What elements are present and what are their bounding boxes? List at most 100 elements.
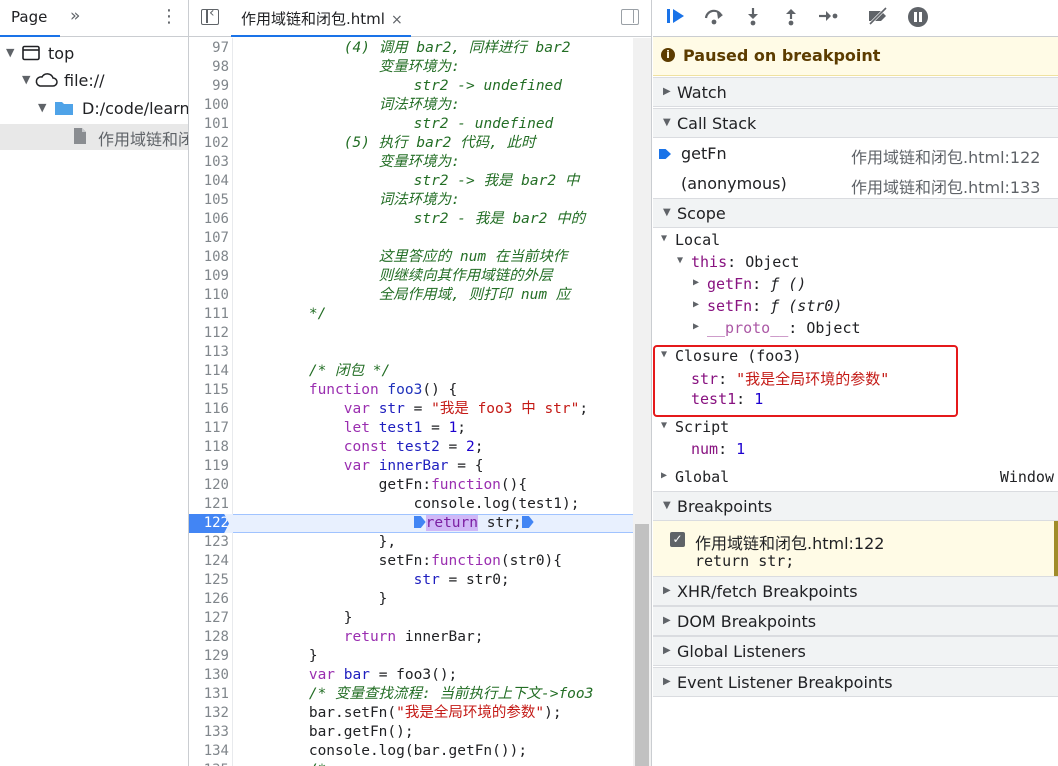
line-number[interactable]: 114 (189, 362, 229, 381)
scope-local[interactable]: ▼ Local (653, 230, 1058, 252)
line-number[interactable]: 108 (189, 248, 229, 267)
section-scope[interactable]: ▼ Scope (653, 198, 1058, 228)
tree-item-file[interactable]: 作用域链和闭包.html (0, 124, 188, 150)
line-number[interactable]: 123 (189, 533, 229, 552)
step-out-icon[interactable] (778, 6, 804, 32)
expand-arrow-icon[interactable]: ▼ (22, 73, 30, 86)
code-text: getFn:function(){ (239, 477, 528, 493)
call-frame-location[interactable]: 作用域链和闭包.html:122 (851, 144, 1040, 168)
line-number[interactable]: 129 (189, 647, 229, 666)
line-number[interactable]: 105 (189, 191, 229, 210)
editor-tabs: 作用域链和闭包.html × (189, 0, 651, 37)
line-number[interactable]: 120 (189, 476, 229, 495)
scope-property-this[interactable]: ▼ this: Object (653, 252, 1058, 274)
paused-message: Paused on breakpoint (683, 46, 881, 65)
line-number[interactable]: 110 (189, 286, 229, 305)
scope-property-num[interactable]: num: 1 (653, 439, 1058, 461)
line-number[interactable]: 115 (189, 381, 229, 400)
line-number[interactable]: 132 (189, 704, 229, 723)
expanded-arrow-icon: ▼ (661, 233, 668, 244)
line-number[interactable]: 119 (189, 457, 229, 476)
step-into-icon[interactable] (740, 6, 766, 32)
expand-arrow-icon[interactable]: ▼ (38, 101, 46, 114)
line-number[interactable]: 133 (189, 723, 229, 742)
scope-property-proto[interactable]: ▶ __proto__: Object (653, 318, 1058, 340)
line-number[interactable]: 109 (189, 267, 229, 286)
breakpoint-checkbox[interactable]: ✓ (670, 532, 685, 547)
tree-item-top[interactable]: ▼ top (0, 42, 188, 68)
pause-on-exceptions-icon[interactable] (905, 6, 931, 32)
expand-arrow-icon[interactable]: ▼ (6, 46, 14, 59)
scope-global[interactable]: ▶ Global Window (653, 467, 1058, 489)
section-watch[interactable]: ▶ Watch (653, 77, 1058, 107)
scope-property-getfn[interactable]: ▶ getFn: ƒ () (653, 274, 1058, 296)
toggle-debugger-icon[interactable] (621, 9, 639, 25)
step-over-icon[interactable] (701, 6, 727, 32)
line-number[interactable]: 127 (189, 609, 229, 628)
line-number[interactable]: 118 (189, 438, 229, 457)
code-text: bar.getFn(); (239, 724, 414, 740)
line-number[interactable]: 107 (189, 229, 229, 248)
line-number[interactable]: 100 (189, 96, 229, 115)
section-label: Global Listeners (677, 642, 806, 661)
line-number[interactable]: 101 (189, 115, 229, 134)
section-event-listener-breakpoints[interactable]: ▶ Event Listener Breakpoints (653, 667, 1058, 697)
more-options-icon[interactable]: ⋮ (160, 6, 178, 27)
code-line: 104 str2 -> 我是 bar2 中 (189, 172, 633, 191)
scrollbar-thumb[interactable] (635, 524, 649, 766)
line-number[interactable]: 130 (189, 666, 229, 685)
breakpoint-line-number[interactable]: 122 (189, 514, 229, 533)
deactivate-breakpoints-icon[interactable] (865, 6, 891, 32)
line-number[interactable]: 103 (189, 153, 229, 172)
line-number[interactable]: 111 (189, 305, 229, 324)
breakpoint-item[interactable]: ✓ 作用域链和闭包.html:122 return str; (653, 521, 1058, 577)
line-number[interactable]: 102 (189, 134, 229, 153)
section-call-stack[interactable]: ▼ Call Stack (653, 108, 1058, 138)
tree-item-folder[interactable]: ▼ D:/code/learning (0, 97, 188, 123)
line-number[interactable]: 121 (189, 495, 229, 514)
tab-page[interactable]: Page (11, 8, 47, 26)
code-area[interactable]: 97 (4) 调用 bar2, 同样进行 bar2 98 变量环境为: 99 st… (189, 38, 633, 766)
line-number[interactable]: 117 (189, 419, 229, 438)
collapsed-arrow-icon: ▶ (693, 299, 700, 310)
tree-item-file-origin[interactable]: ▼ file:// (0, 69, 188, 95)
line-number[interactable]: 112 (189, 324, 229, 343)
call-frame[interactable]: (anonymous) 作用域链和闭包.html:133 (653, 169, 1058, 199)
section-breakpoints[interactable]: ▼ Breakpoints (653, 491, 1058, 521)
line-number[interactable]: 124 (189, 552, 229, 571)
more-tabs-icon[interactable]: » (70, 6, 80, 26)
close-icon[interactable]: × (391, 12, 403, 28)
line-number[interactable]: 98 (189, 58, 229, 77)
section-global-listeners[interactable]: ▶ Global Listeners (653, 636, 1058, 666)
line-number[interactable]: 125 (189, 571, 229, 590)
line-number[interactable]: 135 (189, 761, 229, 766)
line-number[interactable]: 126 (189, 590, 229, 609)
scope-label: Local (675, 231, 721, 249)
code-text: let test1 = 1; (343, 420, 467, 436)
step-icon[interactable] (815, 6, 841, 32)
call-frame[interactable]: getFn 作用域链和闭包.html:122 (653, 139, 1058, 169)
section-dom-breakpoints[interactable]: ▶ DOM Breakpoints (653, 606, 1058, 636)
editor-scrollbar[interactable] (633, 38, 651, 766)
line-number[interactable]: 128 (189, 628, 229, 647)
property-value: ƒ (str0) (770, 297, 843, 315)
line-number[interactable]: 99 (189, 77, 229, 96)
active-tab-indicator (0, 35, 60, 37)
toggle-navigator-icon[interactable] (201, 5, 219, 25)
line-number[interactable]: 104 (189, 172, 229, 191)
scope-script[interactable]: ▼ Script (653, 417, 1058, 439)
scope-property-setfn[interactable]: ▶ setFn: ƒ (str0) (653, 296, 1058, 318)
call-frame-location[interactable]: 作用域链和闭包.html:133 (851, 174, 1040, 198)
line-number[interactable]: 116 (189, 400, 229, 419)
line-number[interactable]: 113 (189, 343, 229, 362)
line-number[interactable]: 97 (189, 39, 229, 58)
line-number[interactable]: 106 (189, 210, 229, 229)
current-frame-icon (659, 149, 671, 159)
collapsed-arrow-icon: ▶ (663, 645, 671, 656)
call-frame-function: getFn (681, 144, 727, 163)
line-number[interactable]: 131 (189, 685, 229, 704)
line-number[interactable]: 134 (189, 742, 229, 761)
resume-icon[interactable] (663, 6, 689, 32)
section-xhr-breakpoints[interactable]: ▶ XHR/fetch Breakpoints (653, 576, 1058, 606)
tab-file[interactable]: 作用域链和闭包.html × (231, 0, 411, 37)
